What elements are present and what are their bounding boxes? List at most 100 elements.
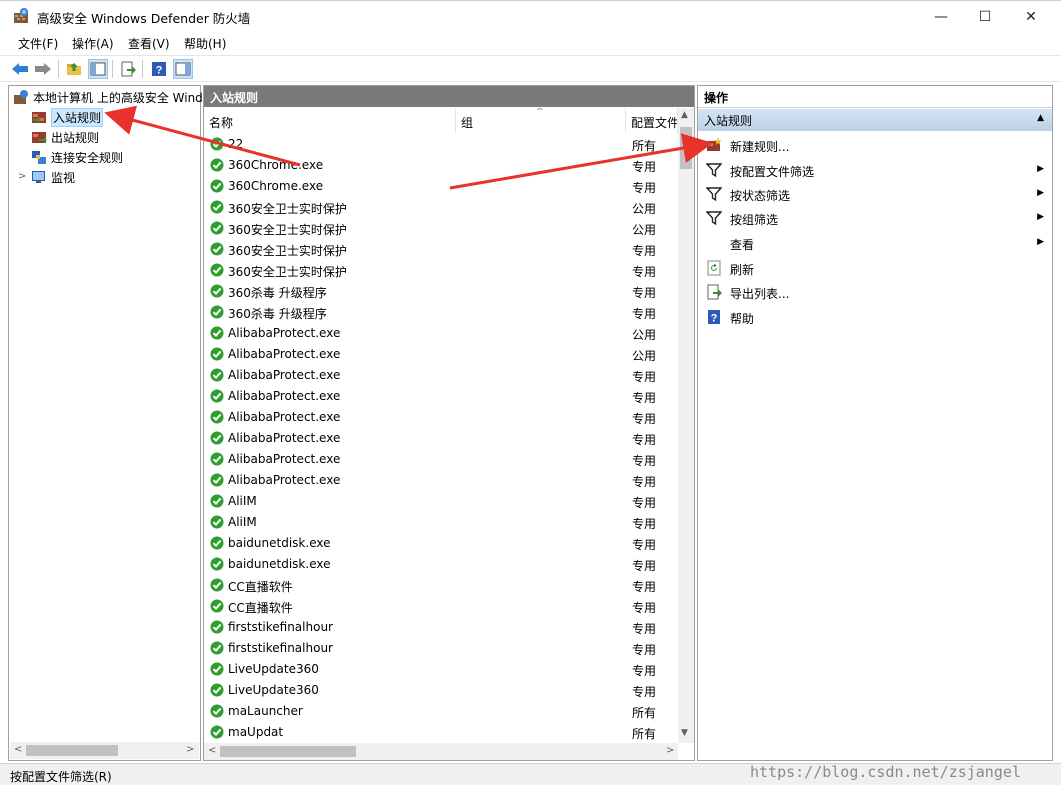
scroll-thumb[interactable] [26,745,118,756]
collapse-up-icon[interactable]: ▲ [1037,113,1044,123]
scroll-left-icon[interactable]: < [208,745,216,756]
table-row[interactable]: 360Chrome.exe 专用 [204,176,678,197]
scroll-right-icon[interactable]: > [666,745,674,756]
rule-profile: 专用 [632,286,657,300]
close-button[interactable]: ✕ [1008,1,1054,32]
enabled-check-icon [210,347,224,361]
action-help[interactable]: ? 帮助 [698,305,1052,329]
new-rule-icon [707,137,722,151]
action-export-list[interactable]: 导出列表... [698,280,1052,304]
table-row[interactable]: LiveUpdate360 专用 [204,659,678,680]
console-tree-pane: 本地计算机 上的高级安全 Windows 入站规则 出站规则 连接安全规则 > … [8,85,226,761]
table-row[interactable]: AlibabaProtect.exe 专用 [204,470,678,491]
action-label: 刷新 [730,263,755,277]
up-folder-button[interactable] [64,59,84,79]
forward-button[interactable] [33,59,53,79]
help-toolbar-button[interactable]: ? [149,59,169,79]
maximize-button[interactable]: ☐ [962,1,1008,32]
scroll-down-icon[interactable]: ▼ [681,728,688,738]
enabled-check-icon [210,305,224,319]
rules-list-pane: 入站规则 名称 组 ^ 配置文件 22 所有 360Chrome.exe 专用 360C… [203,85,695,761]
column-header-name[interactable]: 名称 [204,108,456,133]
table-row[interactable]: AliIM 专用 [204,491,678,512]
table-row[interactable]: AlibabaProtect.exe 公用 [204,344,678,365]
watermark-text: https://blog.csdn.net/zsjangel [750,763,1021,781]
enabled-check-icon [210,494,224,508]
scroll-thumb[interactable] [680,127,692,169]
table-row[interactable]: maLauncher 所有 [204,701,678,722]
menu-file[interactable]: 文件(F) [18,35,58,52]
rule-name: baidunetdisk.exe [228,557,331,571]
tree-item-inbound-rules[interactable]: 入站规则 [31,107,104,127]
table-row[interactable]: 360Chrome.exe 专用 [204,155,678,176]
column-label: 名称 [209,116,234,130]
table-row[interactable]: 360安全卫士实时保护 公用 [204,218,678,239]
action-view[interactable]: 查看 ▶ [698,231,1052,255]
actions-section-inbound-rules[interactable]: 入站规则 ▲ [698,109,1052,131]
table-row[interactable]: 360安全卫士实时保护 专用 [204,239,678,260]
table-row[interactable]: AlibabaProtect.exe 专用 [204,428,678,449]
enabled-check-icon [210,641,224,655]
tree-root[interactable]: 本地计算机 上的高级安全 Windows [13,87,226,107]
menu-action[interactable]: 操作(A) [72,35,114,52]
rule-profile: 所有 [632,706,657,720]
rule-name: LiveUpdate360 [228,683,319,697]
table-row[interactable]: maUpdat 所有 [204,722,678,743]
show-hide-action-pane-button[interactable] [173,59,193,79]
table-row[interactable]: firststikefinalhour 专用 [204,617,678,638]
rule-profile: 专用 [632,622,657,636]
action-new-rule[interactable]: 新建规则... [698,133,1052,157]
rule-name: maLauncher [228,704,303,718]
menu-help[interactable]: 帮助(H) [184,35,226,52]
enabled-check-icon [210,410,224,424]
table-row[interactable]: CC直播软件 专用 [204,575,678,596]
enabled-check-icon [210,620,224,634]
table-row[interactable]: 22 所有 [204,134,678,155]
table-row[interactable]: firststikefinalhour 专用 [204,638,678,659]
show-hide-tree-button[interactable] [88,59,108,79]
action-label: 按组筛选 [730,213,779,227]
tree-item-connection-security[interactable]: 连接安全规则 [31,147,123,167]
rules-list: 22 所有 360Chrome.exe 专用 360Chrome.exe 专用 360安全卫… [204,134,678,743]
table-row[interactable]: AliIM 专用 [204,512,678,533]
action-label: 新建规则... [730,140,790,154]
table-row[interactable]: baidunetdisk.exe 专用 [204,533,678,554]
table-row[interactable]: AlibabaProtect.exe 专用 [204,386,678,407]
table-row[interactable]: AlibabaProtect.exe 公用 [204,323,678,344]
submenu-arrow-icon: ▶ [1037,164,1044,174]
action-label: 查看 [730,238,755,252]
rule-name: 360安全卫士实时保护 [228,202,347,216]
scroll-left-icon[interactable]: < [14,744,22,755]
action-filter-by-profile[interactable]: 按配置文件筛选 ▶ [698,158,1052,182]
menu-view[interactable]: 查看(V) [128,35,170,52]
scroll-thumb[interactable] [220,746,356,757]
tree-item-outbound-rules[interactable]: 出站规则 [31,127,99,147]
back-button[interactable] [10,59,30,79]
column-header-profile[interactable]: 配置文件 [626,108,678,133]
table-row[interactable]: baidunetdisk.exe 专用 [204,554,678,575]
tree-horizontal-scrollbar[interactable]: < > [10,742,199,759]
table-row[interactable]: CC直播软件 专用 [204,596,678,617]
minimize-button[interactable]: — [918,1,964,32]
column-header-group[interactable]: 组 ^ [456,108,626,133]
table-row[interactable]: AlibabaProtect.exe 专用 [204,407,678,428]
scroll-right-icon[interactable]: > [186,744,194,755]
tree-item-monitor[interactable]: 监视 [31,167,75,187]
expand-monitor-icon[interactable]: > [18,171,26,182]
action-filter-by-state[interactable]: 按状态筛选 ▶ [698,182,1052,206]
table-row[interactable]: LiveUpdate360 专用 [204,680,678,701]
action-filter-by-group[interactable]: 按组筛选 ▶ [698,206,1052,230]
rules-vertical-scrollbar[interactable]: ▲ ▼ [678,108,694,743]
submenu-arrow-icon: ▶ [1037,237,1044,247]
scroll-up-icon[interactable]: ▲ [681,110,688,120]
table-row[interactable]: 360杀毒 升级程序 专用 [204,281,678,302]
table-row[interactable]: 360安全卫士实时保护 公用 [204,197,678,218]
action-refresh[interactable]: 刷新 [698,256,1052,280]
table-row[interactable]: AlibabaProtect.exe 专用 [204,365,678,386]
rule-profile: 专用 [632,496,657,510]
table-row[interactable]: 360安全卫士实时保护 专用 [204,260,678,281]
table-row[interactable]: AlibabaProtect.exe 专用 [204,449,678,470]
table-row[interactable]: 360杀毒 升级程序 专用 [204,302,678,323]
rules-horizontal-scrollbar[interactable]: < > [204,743,678,760]
export-toolbar-button[interactable] [118,59,138,79]
